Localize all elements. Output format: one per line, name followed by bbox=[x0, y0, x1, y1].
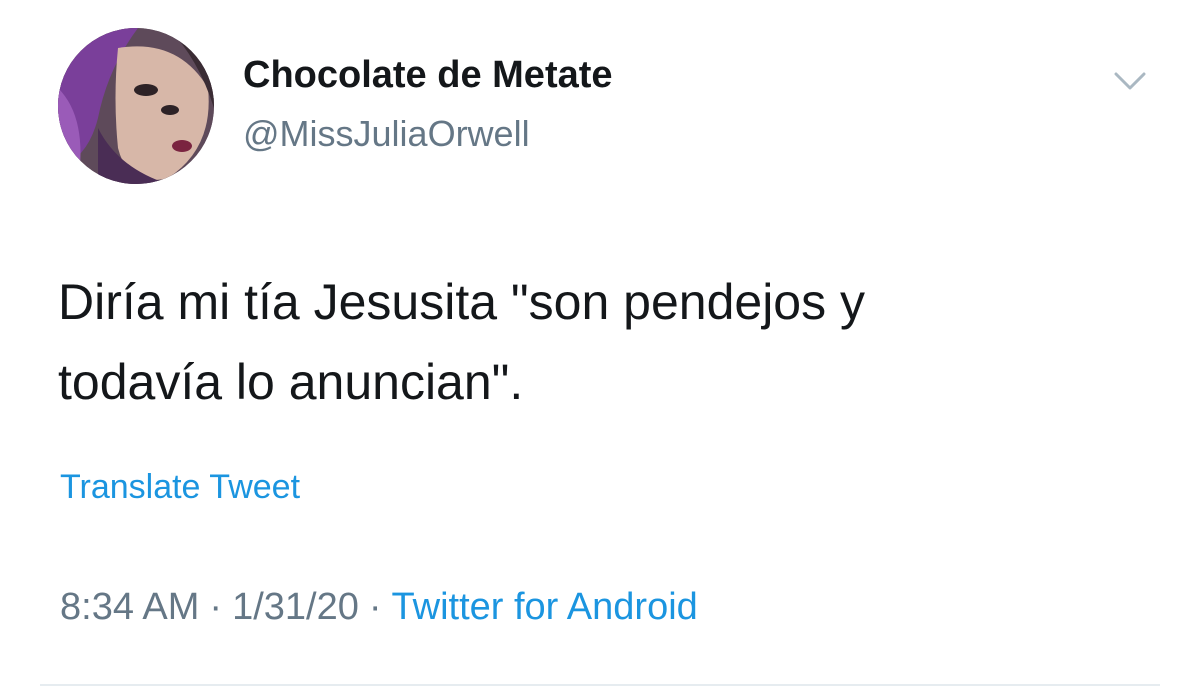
tweet-text-line-1: Diría mi tía Jesusita "son pendejos y bbox=[58, 274, 866, 330]
tweet-card: Chocolate de Metate @MissJuliaOrwell Dir… bbox=[0, 0, 1200, 695]
tweet-time[interactable]: 8:34 AM bbox=[60, 586, 199, 628]
tweet-source-link[interactable]: Twitter for Android bbox=[392, 586, 698, 628]
translate-tweet-link[interactable]: Translate Tweet bbox=[60, 466, 300, 508]
tweet-metadata: 8:34 AM · 1/31/20 · Twitter for Android bbox=[60, 584, 698, 630]
meta-separator: · bbox=[368, 586, 382, 628]
user-handle[interactable]: @MissJuliaOrwell bbox=[243, 112, 530, 156]
tweet-date[interactable]: 1/31/20 bbox=[232, 586, 359, 628]
display-name[interactable]: Chocolate de Metate bbox=[243, 52, 613, 98]
meta-separator: · bbox=[209, 586, 223, 628]
avatar[interactable] bbox=[58, 28, 214, 184]
tweet-text-line-2: todavía lo anuncian". bbox=[58, 354, 524, 410]
tweet-text: Diría mi tía Jesusita "son pendejos y to… bbox=[58, 262, 1148, 422]
chevron-down-icon[interactable] bbox=[1108, 66, 1152, 96]
divider bbox=[40, 684, 1160, 686]
